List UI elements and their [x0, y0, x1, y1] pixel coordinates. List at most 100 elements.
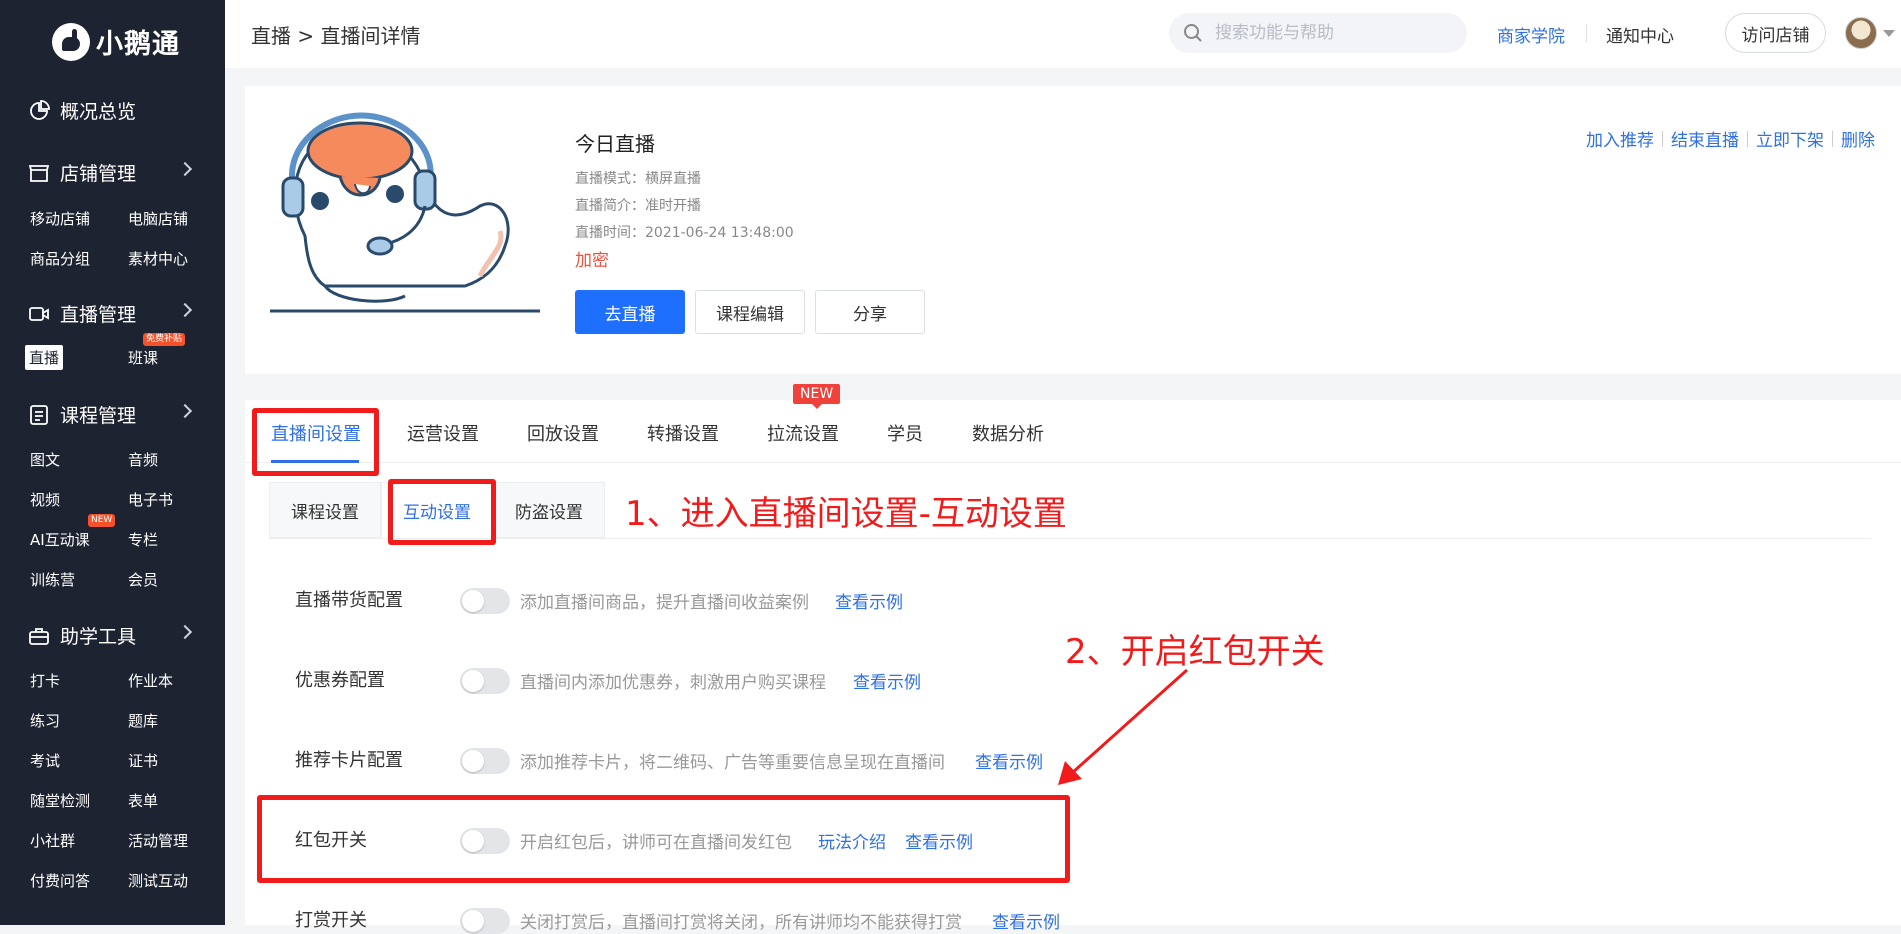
- live-info-card: 今日直播 直播模式：横屏直播 直播简介：准时开播 直播时间：2021-06-24…: [245, 86, 1901, 374]
- live-time: 直播时间：2021-06-24 13:48:00: [575, 225, 794, 241]
- row-desc-recommend-card: 添加推荐卡片，将二维码、广告等重要信息呈现在直播间: [520, 753, 945, 773]
- live-title: 今日直播: [575, 132, 655, 156]
- annotation-arrow-icon: [1058, 668, 1189, 785]
- card-actions: 加入推荐 结束直播 立即下架 删除: [1586, 126, 1875, 151]
- sidebar-item-question-bank[interactable]: 题库: [128, 710, 158, 731]
- video-camera-icon: [29, 306, 49, 321]
- live-commerce-toggle[interactable]: [460, 588, 510, 614]
- nav-store-management[interactable]: 店铺管理: [28, 159, 193, 186]
- notification-center-link[interactable]: 通知中心: [1606, 22, 1674, 47]
- view-example-link[interactable]: 查看示例: [992, 908, 1060, 933]
- chevron-right-icon: [177, 302, 193, 318]
- sidebar-item-activity[interactable]: 活动管理: [128, 830, 188, 851]
- go-live-button[interactable]: 去直播: [575, 290, 685, 334]
- sidebar: 小鹅通 概况总览 店铺管理 移动店铺 电脑店铺 商品分组 素材中心 直播管理 直…: [0, 0, 225, 925]
- divider: [1586, 24, 1587, 42]
- logo-text: 小鹅通: [96, 29, 180, 60]
- sidebar-item-community[interactable]: 小社群: [30, 830, 75, 851]
- recommend-card-toggle[interactable]: [460, 748, 510, 774]
- sidebar-item-paid-qa[interactable]: 付费问答: [30, 870, 90, 891]
- caret-down-icon[interactable]: [1883, 30, 1895, 37]
- sidebar-item-video[interactable]: 视频: [30, 489, 60, 510]
- sidebar-item-product-groups[interactable]: 商品分组: [30, 248, 90, 269]
- nav-store-label: 店铺管理: [60, 163, 137, 185]
- course-edit-button[interactable]: 课程编辑: [695, 290, 805, 334]
- chevron-right-icon: [177, 403, 193, 419]
- sidebar-item-pc-store[interactable]: 电脑店铺: [128, 208, 188, 229]
- subtabs-divider: [269, 538, 1871, 539]
- sidebar-item-certificate[interactable]: 证书: [128, 750, 158, 771]
- merchant-academy-link[interactable]: 商家学院: [1497, 22, 1565, 47]
- nav-course-label: 课程管理: [60, 405, 137, 427]
- nav-overview-label: 概况总览: [60, 101, 137, 123]
- row-desc-coupon: 直播间内添加优惠券，刺激用户购买课程: [520, 673, 826, 693]
- take-down-link[interactable]: 立即下架: [1756, 126, 1824, 151]
- sidebar-item-form[interactable]: 表单: [128, 790, 158, 811]
- sidebar-item-class[interactable]: 班课: [128, 347, 158, 368]
- tab-students[interactable]: 学员: [887, 420, 923, 446]
- nav-overview[interactable]: 概况总览: [28, 97, 136, 124]
- divider: [1832, 130, 1833, 147]
- sidebar-item-ebook[interactable]: 电子书: [128, 489, 173, 510]
- annotation-box-tab: [252, 408, 379, 476]
- annotation-box-red-packet-row: [257, 795, 1070, 883]
- sidebar-item-homework[interactable]: 作业本: [128, 670, 173, 691]
- tab-operation-settings[interactable]: 运营设置: [407, 420, 479, 446]
- add-recommend-link[interactable]: 加入推荐: [1586, 126, 1654, 151]
- top-bar: 直播 > 直播间详情 商家学院 通知中心 访问店铺: [225, 0, 1901, 68]
- sidebar-item-test-interaction[interactable]: 测试互动: [128, 870, 188, 891]
- coupon-toggle[interactable]: [460, 668, 510, 694]
- sidebar-item-checkin[interactable]: 打卡: [30, 670, 60, 691]
- nav-tools-label: 助学工具: [60, 626, 137, 648]
- tipping-toggle[interactable]: [460, 908, 510, 934]
- document-icon: [30, 404, 48, 425]
- nav-live-label: 直播管理: [60, 304, 137, 326]
- row-desc-live-commerce: 添加直播间商品，提升直播间收益案例: [520, 593, 809, 613]
- delete-link[interactable]: 删除: [1841, 126, 1875, 151]
- sidebar-item-column[interactable]: 专栏: [128, 529, 158, 550]
- nav-live-management[interactable]: 直播管理: [28, 300, 193, 327]
- live-intro: 直播简介：准时开播: [575, 198, 701, 214]
- sidebar-item-ai-course[interactable]: AI互动课: [30, 529, 90, 550]
- view-example-link[interactable]: 查看示例: [835, 588, 903, 613]
- visit-store-button[interactable]: 访问店铺: [1725, 13, 1826, 53]
- search-box[interactable]: [1169, 13, 1467, 53]
- sidebar-item-article[interactable]: 图文: [30, 449, 60, 470]
- sidebar-item-practice[interactable]: 练习: [30, 710, 60, 731]
- pie-chart-icon: [30, 99, 50, 120]
- subtab-course-settings[interactable]: 课程设置: [269, 482, 381, 538]
- breadcrumb[interactable]: 直播 > 直播间详情: [251, 20, 420, 49]
- subtab-anti-theft-settings[interactable]: 防盗设置: [493, 482, 605, 538]
- tab-relay-settings[interactable]: 转播设置: [647, 420, 719, 446]
- chevron-right-icon: [177, 624, 193, 640]
- share-button[interactable]: 分享: [815, 290, 925, 334]
- sidebar-item-quiz[interactable]: 随堂检测: [30, 790, 90, 811]
- search-input[interactable]: [1213, 22, 1443, 44]
- avatar[interactable]: [1845, 17, 1877, 49]
- logo[interactable]: 小鹅通: [52, 22, 180, 61]
- sidebar-item-mobile-store[interactable]: 移动店铺: [30, 208, 90, 229]
- tab-replay-settings[interactable]: 回放设置: [527, 420, 599, 446]
- annotation-box-subtab: [388, 479, 496, 545]
- end-live-link[interactable]: 结束直播: [1671, 126, 1739, 151]
- divider: [1662, 130, 1663, 147]
- nav-course-management[interactable]: 课程管理: [28, 401, 193, 428]
- row-label-recommend-card: 推荐卡片配置: [295, 750, 403, 771]
- chevron-right-icon: [177, 161, 193, 177]
- tab-pull-stream-settings[interactable]: 拉流设置: [767, 420, 839, 446]
- encrypted-tag: 加密: [575, 251, 609, 271]
- search-icon: [1184, 24, 1202, 42]
- live-cover-image: [270, 112, 540, 313]
- sidebar-item-material-center[interactable]: 素材中心: [128, 248, 188, 269]
- view-example-link[interactable]: 查看示例: [853, 668, 921, 693]
- view-example-link[interactable]: 查看示例: [975, 748, 1043, 773]
- sidebar-item-camp[interactable]: 训练营: [30, 569, 75, 590]
- sidebar-item-live[interactable]: 直播: [25, 345, 64, 370]
- sidebar-item-exam[interactable]: 考试: [30, 750, 60, 771]
- free-subsidy-badge: 免费补贴: [143, 333, 186, 346]
- nav-learning-tools[interactable]: 助学工具: [28, 622, 193, 649]
- sidebar-item-member[interactable]: 会员: [128, 569, 158, 590]
- sidebar-item-audio[interactable]: 音频: [128, 449, 158, 470]
- row-label-live-commerce: 直播带货配置: [295, 590, 403, 611]
- tab-data-analysis[interactable]: 数据分析: [972, 420, 1044, 446]
